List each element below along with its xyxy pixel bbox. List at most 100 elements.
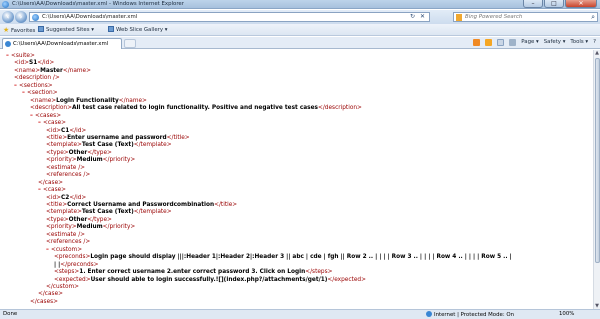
tab-page-icon xyxy=(5,41,11,47)
vertical-scrollbar[interactable]: ▲ ▼ xyxy=(593,50,600,309)
xml-open-tag: <template> xyxy=(46,142,82,149)
xml-line: <title>Enter username and password</titl… xyxy=(46,135,190,142)
xml-line: – <cases> xyxy=(30,113,61,120)
security-zone[interactable]: Internet | Protected Mode: On xyxy=(426,311,514,318)
xml-close-tag: </expected> xyxy=(327,276,366,283)
read-mail-icon[interactable] xyxy=(497,39,505,46)
feeds-icon[interactable] xyxy=(485,39,493,46)
xml-line: – <case> xyxy=(38,187,66,194)
address-field[interactable]: C:\Users\AA\Downloads\master.xml ↻ ✕ xyxy=(29,12,430,22)
minimize-button[interactable]: – xyxy=(523,0,543,8)
xml-close-tag: </title> xyxy=(166,134,190,141)
status-text: Done xyxy=(3,311,18,317)
xml-close-tag: </name> xyxy=(118,97,147,104)
scroll-up-icon[interactable]: ▲ xyxy=(594,50,600,56)
back-button[interactable]: ‹ xyxy=(2,11,14,23)
ie-logo-icon xyxy=(2,1,9,8)
xml-open-tag: <description /> xyxy=(14,75,60,82)
xml-close-tag: </type> xyxy=(87,216,112,223)
xml-text-value: Master xyxy=(40,67,63,74)
xml-line: <name>Master</name> xyxy=(14,68,91,75)
xml-line: <type>Other</type> xyxy=(46,150,112,157)
suggested-sites-icon xyxy=(38,26,44,32)
xml-text-value: 1. Enter correct username 2.enter correc… xyxy=(79,269,306,276)
home-icon[interactable] xyxy=(473,39,481,46)
forward-button[interactable]: › xyxy=(15,11,27,23)
window-title-bar: C:\Users\AA\Downloads\master.xml - Windo… xyxy=(0,0,600,9)
search-icon[interactable]: ⌕ xyxy=(591,13,595,22)
xml-line: <id>S1</id> xyxy=(14,60,54,67)
xml-line: <estimate /> xyxy=(46,165,85,172)
xml-open-tag: </custom> xyxy=(46,283,80,290)
web-slice-gallery-button[interactable]: Web Slice Gallery ▾ xyxy=(108,26,168,33)
xml-open-tag: <name> xyxy=(30,97,57,104)
xml-close-tag: </id> xyxy=(37,60,55,67)
search-placeholder: Bing Powered Search xyxy=(465,14,523,20)
window-title: C:\Users\AA\Downloads\master.xml - Windo… xyxy=(12,1,184,7)
xml-open-tag: </case> xyxy=(38,179,63,186)
xml-text-value: Login Functionality xyxy=(56,97,119,104)
star-icon: ★ xyxy=(3,26,10,34)
xml-open-tag: <preconds> xyxy=(54,254,91,261)
new-tab-button[interactable] xyxy=(124,39,136,48)
tab-bar: C:\Users\AA\Downloads\master.xml Page ▾ … xyxy=(0,37,600,49)
xml-close-tag: </preconds> xyxy=(60,261,99,268)
close-button[interactable]: ✕ xyxy=(565,0,597,8)
xml-line: <type>Other</type> xyxy=(46,217,112,224)
xml-line: – <case> xyxy=(38,120,66,127)
maximize-button[interactable]: □ xyxy=(544,0,564,8)
xml-line: <steps>1. Enter correct username 2.enter… xyxy=(54,269,332,276)
favorites-label: Favorites xyxy=(11,28,36,34)
xml-line: <description>All test case related to lo… xyxy=(30,105,362,112)
xml-close-tag: </priority> xyxy=(102,157,136,164)
xml-line: <priority>Medium</priority> xyxy=(46,157,135,164)
xml-close-tag: </priority> xyxy=(102,224,136,231)
zoom-level[interactable]: 100% xyxy=(559,311,574,317)
web-slice-gallery-label: Web Slice Gallery ▾ xyxy=(116,27,168,33)
xml-line: – <suite> xyxy=(6,53,35,60)
xml-open-tag: <id> xyxy=(46,127,62,134)
xml-open-tag: <cases> xyxy=(35,112,62,119)
xml-open-tag: <case> xyxy=(43,187,67,194)
xml-line: <priority>Medium</priority> xyxy=(46,224,135,231)
xml-open-tag: <references /> xyxy=(46,239,91,246)
favorites-button[interactable]: ★ Favorites xyxy=(3,26,35,34)
xml-line: <estimate /> xyxy=(46,232,85,239)
xml-text-value: Medium xyxy=(76,224,103,231)
xml-open-tag: <references /> xyxy=(46,172,91,179)
page-icon xyxy=(32,14,39,21)
xml-line: </case> xyxy=(38,291,63,298)
page-menu[interactable]: Page ▾ xyxy=(521,39,538,46)
xml-line: <expected>User should able to login succ… xyxy=(54,277,366,284)
xml-open-tag: <description> xyxy=(30,105,72,112)
command-bar: Page ▾ Safety ▾ Tools ▾ ? xyxy=(473,39,596,46)
suggested-sites-label: Suggested Sites ▾ xyxy=(46,27,94,33)
scrollbar-thumb[interactable] xyxy=(595,58,600,263)
refresh-icon[interactable]: ↻ xyxy=(410,13,415,20)
xml-open-tag: <section> xyxy=(27,90,58,97)
xml-open-tag: <type> xyxy=(46,149,69,156)
suggested-sites-button[interactable]: Suggested Sites ▾ xyxy=(38,26,94,33)
search-input[interactable]: Bing Powered Search ⌕ xyxy=(453,12,598,22)
xml-line: <title>Correct Username and Passwordcomb… xyxy=(46,202,237,209)
xml-text-value: User should able to login successfully.!… xyxy=(90,276,328,283)
tools-menu[interactable]: Tools ▾ xyxy=(570,39,588,46)
xml-line: <template>Test Case (Text)</template> xyxy=(46,142,172,149)
stop-icon[interactable]: ✕ xyxy=(420,13,425,20)
xml-line: </case> xyxy=(38,180,63,187)
safety-menu[interactable]: Safety ▾ xyxy=(544,39,566,46)
xml-close-tag: </template> xyxy=(133,142,172,149)
xml-text-value: Login page should display |||:Header 1|:… xyxy=(90,254,512,261)
xml-line: <id>C2</id> xyxy=(46,195,86,202)
print-icon[interactable] xyxy=(509,39,517,46)
globe-icon xyxy=(426,311,432,317)
xml-line: <name>Login Functionality</name> xyxy=(30,98,147,105)
tab-master-xml[interactable]: C:\Users\AA\Downloads\master.xml xyxy=(2,38,122,49)
xml-line: <description /> xyxy=(14,75,60,82)
help-icon[interactable]: ? xyxy=(593,39,596,46)
status-bar: Done Internet | Protected Mode: On 100% xyxy=(0,309,600,319)
xml-open-tag: <custom> xyxy=(51,246,83,253)
xml-open-tag: <expected> xyxy=(54,276,91,283)
xml-open-tag: <sections> xyxy=(19,82,53,89)
xml-text-value: Test Case (Text) xyxy=(81,142,134,149)
